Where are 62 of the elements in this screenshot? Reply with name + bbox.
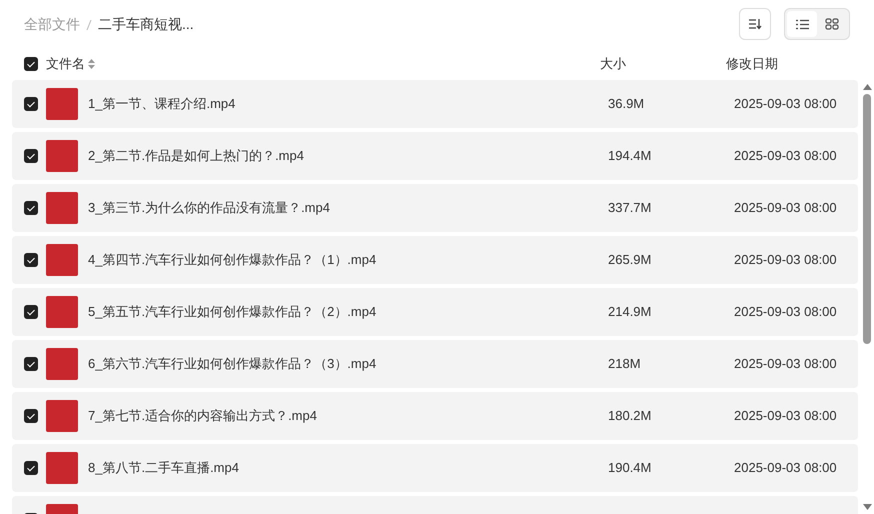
file-name: 7_第七节.适合你的内容输出方式？.mp4 [88, 407, 318, 426]
file-name: 3_第三节.为什么你的作品没有流量？.mp4 [88, 199, 331, 218]
checkbox[interactable] [24, 253, 38, 267]
file-size: 265.9M [608, 251, 652, 270]
file-size: 214.9M [608, 303, 652, 322]
checkbox[interactable] [24, 409, 38, 423]
file-row[interactable]: 6_第六节.汽车行业如何创作爆款作品？（3）.mp4 218M 2025-09-03 08:00 [12, 340, 858, 388]
file-row[interactable]: 2_第二节.作品是如何上热门的？.mp4 194.4M 2025-09-03 08:00 [12, 132, 858, 180]
file-name: 6_第六节.汽车行业如何创作爆款作品？（3）.mp4 [88, 355, 378, 374]
checkbox[interactable] [24, 461, 38, 475]
video-thumbnail-placeholder [46, 244, 78, 276]
file-name: 2_第二节.作品是如何上热门的？.mp4 [88, 147, 305, 166]
checkbox[interactable] [24, 97, 38, 111]
video-thumbnail-placeholder [46, 192, 78, 224]
file-size: 337.7M [608, 199, 652, 218]
file-name: 4_第四节.汽车行业如何创作爆款作品？（1）.mp4 [88, 251, 378, 270]
column-header: 大小 [600, 56, 626, 72]
video-thumbnail-placeholder [46, 296, 78, 328]
file-date: 2025-09-03 08:00 [734, 355, 837, 374]
checkbox[interactable] [24, 57, 38, 71]
video-thumbnail-placeholder [46, 400, 78, 432]
file-date: 2025-09-03 08:00 [734, 459, 837, 478]
file-date: 2025-09-03 08:00 [734, 303, 837, 322]
breadcrumb-link[interactable]: 二手车商短视... [98, 14, 194, 34]
video-thumbnail-placeholder [46, 452, 78, 484]
file-row[interactable]: 8_第八节.二手车直播.mp4 190.4M 2025-09-03 08:00 [12, 444, 858, 492]
sort-icon [748, 18, 762, 30]
file-size: 218M [608, 355, 642, 374]
checkbox[interactable] [24, 357, 38, 371]
file-size: 194.4M [608, 147, 652, 166]
grid-icon [825, 18, 839, 30]
list-icon [796, 18, 808, 30]
file-row[interactable]: 7_第七节.适合你的内容输出方式？.mp4 180.2M 2025-09-03 08:00 [12, 392, 858, 440]
checkbox[interactable] [24, 305, 38, 319]
checkbox[interactable] [24, 201, 38, 215]
file-row[interactable]: 1_第一节、课程介绍.mp4 36.9M 2025-09-03 08:00 [12, 80, 858, 128]
file-name: 5_第五节.汽车行业如何创作爆款作品？（2）.mp4 [88, 303, 378, 322]
file-size: 180.2M [608, 407, 652, 426]
scroll-up-icon [862, 84, 872, 90]
file-date: 2025-09-03 08:00 [734, 147, 837, 166]
column-header: 修改日期 [726, 56, 778, 72]
file-row[interactable]: 5_第五节.汽车行业如何创作爆款作品？（2）.mp4 214.9M 2025-09-03 08:00 [12, 288, 858, 336]
checkbox[interactable] [24, 149, 38, 163]
video-thumbnail-placeholder [46, 348, 78, 380]
file-name: 8_第八节.二手车直播.mp4 [88, 459, 240, 478]
file-date: 2025-09-03 08:00 [734, 199, 837, 218]
file-row[interactable]: 3_第三节.为什么你的作品没有流量？.mp4 337.7M 2025-09-03 08:00 [12, 184, 858, 232]
file-row[interactable]: 4_第四节.汽车行业如何创作爆款作品？（1）.mp4 265.9M 2025-09-03 08:00 [12, 236, 858, 284]
file-date: 2025-09-03 08:00 [734, 251, 837, 270]
file-size: 190.4M [608, 459, 652, 478]
video-thumbnail-placeholder [46, 88, 78, 120]
scroll-down-icon [862, 504, 872, 510]
file-date: 2025-09-03 08:00 [734, 407, 837, 426]
file-date: 2025-09-03 08:00 [734, 95, 837, 114]
sort-icon [88, 59, 96, 69]
list-view-button[interactable] [787, 11, 817, 37]
video-thumbnail-placeholder [46, 140, 78, 172]
file-name: 1_第一节、课程介绍.mp4 [88, 95, 236, 114]
column-header[interactable]: 文件名 [46, 54, 85, 74]
sort-button[interactable] [739, 8, 771, 40]
file-size: 36.9M [608, 95, 646, 114]
scrollbar-thumb[interactable] [863, 94, 871, 344]
